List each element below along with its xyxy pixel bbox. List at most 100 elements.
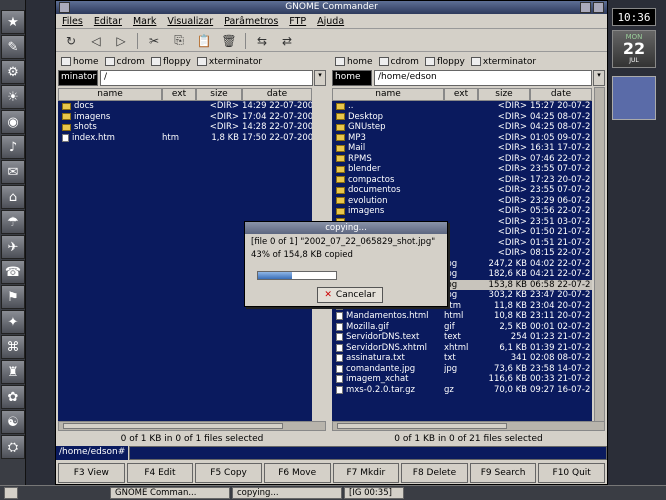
menu-4[interactable]: Parâmetros [224,16,278,27]
left-header-name[interactable]: name [58,88,162,101]
left-connection-combo[interactable]: minator [58,70,98,86]
dock-launcher-icon[interactable]: ☂ [1,210,25,234]
menu-1[interactable]: Editar [94,16,122,27]
taskbar-task[interactable]: copying... [232,487,342,499]
fkey-8[interactable]: F8 Delete [401,463,468,483]
dock-launcher-icon[interactable]: ✦ [1,310,25,334]
left-path-input[interactable]: / [100,70,313,86]
left-device-floppy[interactable]: floppy [150,56,191,67]
right-path-input[interactable]: /home/edson [374,70,592,86]
fkey-3[interactable]: F3 View [58,463,125,483]
dock-launcher-icon[interactable]: ☯ [1,410,25,434]
left-device-home[interactable]: home [61,56,99,67]
right-device-home[interactable]: home [335,56,373,67]
right-header-size[interactable]: size [478,88,530,101]
right-header-date[interactable]: date [530,88,592,101]
menu-3[interactable]: Visualizar [167,16,213,27]
right-device-xterminator[interactable]: xterminator [470,56,536,67]
dock-launcher-icon[interactable]: ★ [1,10,25,34]
right-device-floppy[interactable]: floppy [424,56,465,67]
taskbar-task[interactable]: [IG 00:35] [344,487,404,499]
fkey-7[interactable]: F7 Mkdir [332,463,400,483]
back-icon[interactable]: ◁ [87,32,105,50]
right-device-cdrom[interactable]: cdrom [378,56,419,67]
left-scroll-thumb[interactable] [63,423,283,429]
fkey-4[interactable]: F4 Edit [126,463,194,483]
dock-launcher-icon[interactable]: ☎ [1,260,25,284]
file-row[interactable]: Mozilla.gif gif 2,5 KB 00:01 02-07-2 [332,322,592,333]
file-row[interactable]: .. <DIR> 15:27 20-07-2 [332,101,592,112]
left-device-xterminator[interactable]: xterminator [196,56,262,67]
left-header-ext[interactable]: ext [162,88,196,101]
left-header-size[interactable]: size [196,88,242,101]
dock-launcher-icon[interactable]: ⌂ [1,185,25,209]
file-row[interactable]: comandante.jpg jpg 73,6 KB 23:58 14-07-2 [332,364,592,375]
file-row[interactable]: shots <DIR> 14:28 22-07-200 [58,122,312,133]
file-row[interactable]: mxs-0.2.0.tar.gz gz 70,0 KB 09:27 16-07-2 [332,385,592,396]
dock-launcher-icon[interactable]: ♪ [1,135,25,159]
connect-icon[interactable]: ⇆ [253,32,271,50]
left-horizontal-scrollbar[interactable] [58,421,326,431]
right-vertical-scrollbar[interactable] [594,87,605,422]
menu-2[interactable]: Mark [133,16,156,27]
dock-launcher-icon[interactable]: ⌘ [1,335,25,359]
command-line-input[interactable] [129,445,607,460]
file-row[interactable]: docs <DIR> 14:29 22-07-200 [58,101,312,112]
dock-launcher-icon[interactable]: ♜ [1,360,25,384]
right-path-dropdown[interactable]: ▾ [593,70,605,86]
menu-6[interactable]: Ajuda [317,16,344,27]
dock-launcher-icon[interactable]: ⚑ [1,285,25,309]
copy-icon[interactable]: ⎘ [170,32,188,50]
file-row[interactable]: ServidorDNS.xhtml xhtml 6,1 KB 01:39 21-07-… [332,343,592,354]
right-horizontal-scrollbar[interactable] [332,421,605,431]
file-row[interactable]: Mandamentos.html html 10,8 KB 23:11 20-07-2 [332,311,592,322]
close-button[interactable] [593,2,604,13]
forward-icon[interactable]: ▷ [112,32,130,50]
dock-launcher-icon[interactable]: ◉ [1,110,25,134]
file-row[interactable]: ServidorDNS.text text 254 01:23 21-07-2 [332,332,592,343]
cut-icon[interactable]: ✂ [145,32,163,50]
file-row[interactable]: RPMS <DIR> 07:46 22-07-2 [332,154,592,165]
file-row[interactable]: imagem_xchat 116,6 KB 00:33 21-07-2 [332,374,592,385]
file-row[interactable]: Mail <DIR> 16:31 17-07-2 [332,143,592,154]
right-scroll-thumb[interactable] [337,423,507,429]
delete-icon[interactable]: 🗑 [220,32,238,50]
left-header-date[interactable]: date [242,88,312,101]
dock-launcher-icon[interactable]: ✈ [1,235,25,259]
taskbar-task[interactable]: GNOME Comman... [110,487,230,499]
fkey-5[interactable]: F5 Copy [195,463,262,483]
file-row[interactable]: imagens <DIR> 17:04 22-07-200 [58,112,312,123]
dock-launcher-icon[interactable]: ✉ [1,160,25,184]
foot-menu-icon[interactable] [4,487,18,499]
dock-launcher-icon[interactable]: ⚙ [1,60,25,84]
paste-icon[interactable]: 📋 [195,32,213,50]
right-connection-combo[interactable]: home [332,70,372,86]
menu-0[interactable]: Files [62,16,83,27]
dock-launcher-icon[interactable]: ✿ [1,385,25,409]
window-menu-button[interactable] [59,2,70,13]
file-row[interactable]: MP3 <DIR> 01:05 09-07-2 [332,133,592,144]
file-row[interactable]: imagens <DIR> 05:56 22-07-2 [332,206,592,217]
dock-launcher-icon[interactable]: ✎ [1,35,25,59]
left-device-cdrom[interactable]: cdrom [104,56,145,67]
dock-launcher-icon[interactable]: ⛭ [1,435,25,459]
file-row[interactable]: compactos <DIR> 17:23 20-07-2 [332,175,592,186]
fkey-9[interactable]: F9 Search [469,463,537,483]
right-header-ext[interactable]: ext [444,88,478,101]
file-row[interactable]: GNUstep <DIR> 04:25 08-07-2 [332,122,592,133]
right-header-name[interactable]: name [332,88,444,101]
disconnect-icon[interactable]: ⇄ [278,32,296,50]
window-titlebar[interactable]: GNOME Commander [56,1,607,14]
workspace-pager[interactable] [612,76,656,120]
fkey-10[interactable]: F10 Quit [538,463,605,483]
file-row[interactable]: documentos <DIR> 23:55 07-07-2 [332,185,592,196]
menu-5[interactable]: FTP [289,16,306,27]
file-row[interactable]: blender <DIR> 23:55 07-07-2 [332,164,592,175]
cancel-button[interactable]: ✕ Cancelar [317,287,383,303]
minimize-button[interactable] [580,2,591,13]
refresh-icon[interactable]: ↻ [62,32,80,50]
file-row[interactable]: index.htm htm 1,8 KB 17:50 22-07-200 [58,133,312,144]
file-row[interactable]: assinatura.txt txt 341 02:08 08-07-2 [332,353,592,364]
file-row[interactable]: Desktop <DIR> 04:25 08-07-2 [332,112,592,123]
dock-launcher-icon[interactable]: ☀ [1,85,25,109]
